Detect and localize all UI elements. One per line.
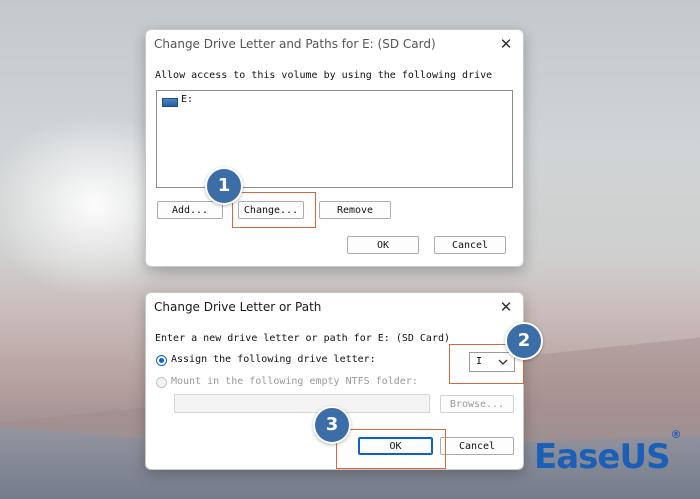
change-drive-letter-paths-dialog: Change Drive Letter and Paths for E: (SD… xyxy=(145,29,524,267)
dialog-title: Change Drive Letter or Path xyxy=(154,300,322,314)
drive-label: E: xyxy=(181,94,194,105)
easeus-logo: EaseUS® xyxy=(534,428,682,477)
add-button[interactable]: Add... xyxy=(157,201,223,219)
drive-icon xyxy=(162,98,178,107)
mount-folder-label: Mount in the following empty NTFS folder… xyxy=(171,376,418,387)
assign-letter-label: Assign the following drive letter: xyxy=(171,354,376,365)
dialog-title-bar: Change Drive Letter or Path ✕ xyxy=(146,293,523,321)
remove-button[interactable]: Remove xyxy=(319,201,391,219)
step-3-badge: 3 xyxy=(313,406,351,444)
registered-mark: ® xyxy=(670,427,682,441)
mount-folder-radio[interactable] xyxy=(156,377,167,388)
step-2-badge: 2 xyxy=(505,322,543,360)
change-button-highlight xyxy=(232,192,316,228)
browse-button[interactable]: Browse... xyxy=(440,395,514,413)
cancel-button[interactable]: Cancel xyxy=(434,236,506,254)
ok-button[interactable]: OK xyxy=(347,236,419,254)
close-icon[interactable]: ✕ xyxy=(495,30,517,58)
dialog-title: Change Drive Letter and Paths for E: (SD… xyxy=(154,37,436,51)
dialog-title-bar: Change Drive Letter and Paths for E: (SD… xyxy=(146,30,523,58)
assign-letter-radio[interactable] xyxy=(156,355,167,366)
cancel-button[interactable]: Cancel xyxy=(440,437,514,455)
instruction-text: Allow access to this volume by using the… xyxy=(155,70,493,81)
brand-name: EaseUS xyxy=(534,437,671,477)
close-icon[interactable]: ✕ xyxy=(495,293,517,321)
instruction-text: Enter a new drive letter or path for E: … xyxy=(155,333,451,344)
list-item[interactable]: E: xyxy=(157,91,512,111)
mount-folder-path-input[interactable] xyxy=(174,394,430,413)
ok-button-highlight xyxy=(336,429,446,469)
step-1-badge: 1 xyxy=(205,167,243,205)
